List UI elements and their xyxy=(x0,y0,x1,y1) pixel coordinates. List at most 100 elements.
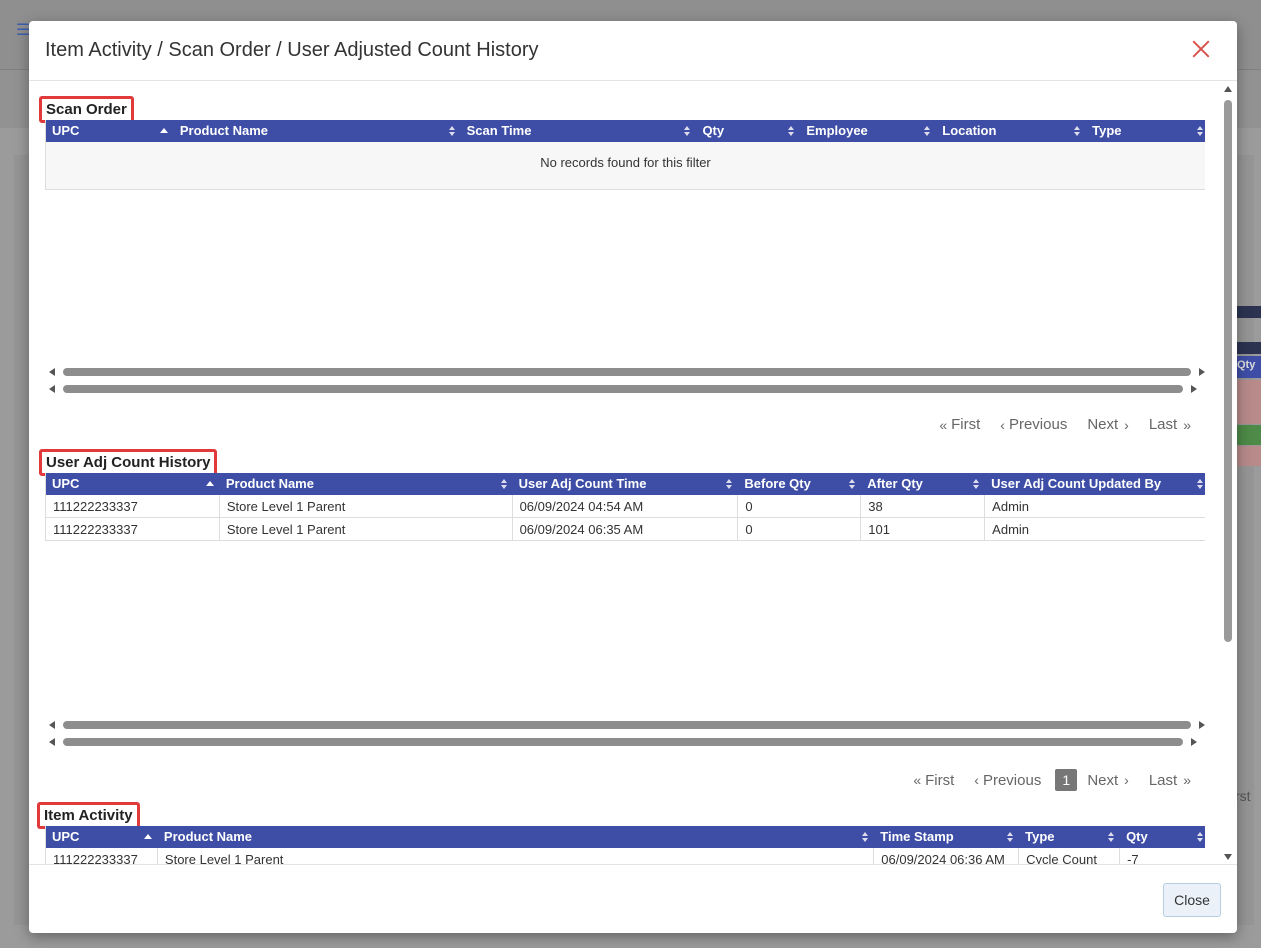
horizontal-scrollbar[interactable] xyxy=(45,366,1205,378)
sort-asc-icon xyxy=(143,834,152,839)
item-activity-grid-header: UPC Product Name Time Stamp Type Qty xyxy=(46,826,1205,848)
column-header-type[interactable]: Type xyxy=(1019,826,1120,848)
column-header-product-name[interactable]: Product Name xyxy=(158,826,874,848)
double-chevron-right-icon: » xyxy=(1183,772,1191,788)
cell-upc: 111222233337 xyxy=(46,518,220,540)
item-activity-modal: Item Activity / Scan Order / User Adjust… xyxy=(29,21,1237,933)
close-button[interactable]: Close xyxy=(1163,883,1221,917)
sort-icon xyxy=(1197,832,1203,842)
sort-icon xyxy=(500,479,507,489)
cell-upc: 111222233337 xyxy=(46,495,220,517)
column-header-product-name[interactable]: Product Name xyxy=(174,120,461,142)
scroll-right-icon[interactable] xyxy=(1191,738,1197,746)
scroll-right-icon[interactable] xyxy=(1199,721,1205,729)
scroll-up-icon[interactable] xyxy=(1224,86,1232,92)
column-header-type[interactable]: Type xyxy=(1086,120,1205,142)
column-header-updated-by[interactable]: User Adj Count Updated By xyxy=(985,473,1205,495)
sort-icon xyxy=(1074,126,1081,136)
column-header-time-stamp[interactable]: Time Stamp xyxy=(874,826,1019,848)
user-adj-section: User Adj Count History UPC Product Name … xyxy=(39,449,1205,791)
column-header-qty[interactable]: Qty xyxy=(1120,826,1205,848)
modal-body: Scan Order UPC Product Name Scan Time Qt… xyxy=(29,82,1237,864)
pager-next[interactable]: Next › xyxy=(1087,416,1129,433)
scroll-right-icon[interactable] xyxy=(1199,368,1205,376)
scrollbar-thumb[interactable] xyxy=(1224,100,1232,642)
table-row[interactable]: 111222233337 Store Level 1 Parent 06/09/… xyxy=(46,848,1205,864)
column-header-before-qty[interactable]: Before Qty xyxy=(738,473,861,495)
column-header-upc[interactable]: UPC xyxy=(46,473,220,495)
double-chevron-right-icon: » xyxy=(1183,416,1191,433)
horizontal-scrollbar[interactable] xyxy=(45,736,1205,748)
cell-time-stamp: 06/09/2024 06:36 AM xyxy=(874,848,1020,864)
sort-icon xyxy=(1196,479,1203,489)
chevron-right-icon: › xyxy=(1124,772,1129,788)
cell-before-qty: 0 xyxy=(738,495,862,517)
pager-first[interactable]: «First xyxy=(939,416,980,433)
scrollbar-thumb[interactable] xyxy=(63,385,1183,393)
column-header-upc[interactable]: UPC xyxy=(46,120,174,142)
column-header-scan-time[interactable]: Scan Time xyxy=(461,120,697,142)
sort-icon xyxy=(448,126,455,136)
sort-icon xyxy=(684,126,691,136)
column-header-user-adj-count-time[interactable]: User Adj Count Time xyxy=(513,473,739,495)
scrollbar-thumb[interactable] xyxy=(63,738,1183,746)
column-header-employee[interactable]: Employee xyxy=(800,120,936,142)
item-activity-grid: UPC Product Name Time Stamp Type Qty 111… xyxy=(45,826,1205,864)
column-header-after-qty[interactable]: After Qty xyxy=(861,473,985,495)
scroll-left-icon[interactable] xyxy=(49,385,55,393)
pager-previous[interactable]: ‹ Previous xyxy=(1000,416,1067,433)
column-header-upc[interactable]: UPC xyxy=(46,826,158,848)
scroll-right-icon[interactable] xyxy=(1191,385,1197,393)
pager-page-number[interactable]: 1 xyxy=(1055,769,1078,791)
background-strip xyxy=(1235,342,1261,354)
scroll-left-icon[interactable] xyxy=(49,738,55,746)
modal-vertical-scrollbar[interactable] xyxy=(1222,82,1234,864)
cell-updated-by: Admin xyxy=(992,499,1030,514)
empty-message: No records found for this filter xyxy=(46,142,1205,190)
scrollbar-thumb[interactable] xyxy=(63,721,1191,729)
pager-next[interactable]: Next › xyxy=(1087,772,1129,789)
sort-icon xyxy=(973,479,980,489)
scan-order-grid-header: UPC Product Name Scan Time Qty Employee … xyxy=(46,120,1205,142)
close-icon[interactable] xyxy=(1189,37,1213,61)
pager-previous[interactable]: ‹ Previous xyxy=(974,772,1041,789)
pager-first[interactable]: «First xyxy=(913,772,954,789)
cell-product-name: Store Level 1 Parent xyxy=(220,495,513,517)
scroll-left-icon[interactable] xyxy=(49,721,55,729)
sort-icon xyxy=(1007,832,1014,842)
scan-order-pager: «First ‹ Previous Next › Last» xyxy=(919,416,1191,433)
column-header-location[interactable]: Location xyxy=(936,120,1086,142)
scroll-down-icon[interactable] xyxy=(1224,854,1232,860)
sort-icon xyxy=(788,126,795,136)
sort-icon xyxy=(862,832,869,842)
column-header-qty[interactable]: Qty xyxy=(696,120,800,142)
modal-footer: Close xyxy=(29,864,1237,933)
cell-before-qty: 0 xyxy=(738,518,862,540)
sort-icon xyxy=(1197,126,1204,136)
sort-icon xyxy=(1108,832,1115,842)
double-chevron-left-icon: « xyxy=(939,416,948,433)
column-header-product-name[interactable]: Product Name xyxy=(220,473,513,495)
scrollbar-thumb[interactable] xyxy=(63,368,1191,376)
background-pager-text: rst xyxy=(1235,788,1251,804)
chevron-left-icon: ‹ xyxy=(1000,416,1005,433)
chevron-left-icon: ‹ xyxy=(974,772,979,788)
horizontal-scrollbar[interactable] xyxy=(45,383,1205,395)
user-adj-title: User Adj Count History xyxy=(39,449,218,476)
cell-qty: -7 xyxy=(1127,852,1139,864)
scroll-left-icon[interactable] xyxy=(49,368,55,376)
scan-order-title: Scan Order xyxy=(39,96,134,123)
cell-product-name: Store Level 1 Parent xyxy=(158,848,875,864)
cell-product-name: Store Level 1 Parent xyxy=(220,518,513,540)
modal-header: Item Activity / Scan Order / User Adjust… xyxy=(29,21,1237,81)
background-qty-header: Qty xyxy=(1235,356,1261,378)
pager-last[interactable]: Last» xyxy=(1149,416,1191,433)
sort-icon xyxy=(726,479,733,489)
item-activity-title: Item Activity xyxy=(37,802,140,829)
horizontal-scrollbar[interactable] xyxy=(45,719,1205,731)
pager-last[interactable]: Last» xyxy=(1149,772,1191,789)
sort-asc-icon xyxy=(205,481,214,486)
background-row-red xyxy=(1235,446,1261,466)
table-row[interactable]: 111222233337 Store Level 1 Parent 06/09/… xyxy=(46,518,1205,541)
table-row[interactable]: 111222233337 Store Level 1 Parent 06/09/… xyxy=(46,495,1205,518)
